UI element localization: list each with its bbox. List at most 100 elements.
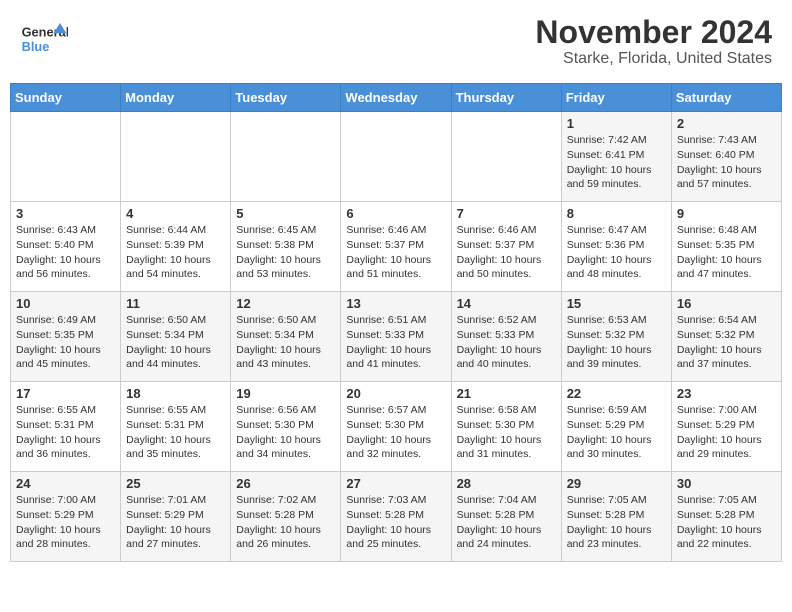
day-info-line: Daylight: 10 hours and 31 minutes. [457,433,556,462]
day-info-line: Sunset: 5:37 PM [457,238,556,253]
day-info-line: Daylight: 10 hours and 43 minutes. [236,343,335,372]
day-number: 10 [16,296,115,311]
page-header: General Blue November 2024 Starke, Flori… [10,10,782,73]
day-info-line: Sunrise: 6:51 AM [346,313,445,328]
day-info-line: Sunrise: 6:52 AM [457,313,556,328]
day-number: 13 [346,296,445,311]
header-row: Sunday Monday Tuesday Wednesday Thursday… [11,84,782,112]
day-info-line: Sunset: 5:38 PM [236,238,335,253]
day-info-line: Daylight: 10 hours and 22 minutes. [677,523,776,552]
calendar-cell-w1-d3: 6Sunrise: 6:46 AMSunset: 5:37 PMDaylight… [341,202,451,292]
day-number: 5 [236,206,335,221]
day-info-line: Sunrise: 7:02 AM [236,493,335,508]
day-info-line: Sunrise: 6:47 AM [567,223,666,238]
day-number: 23 [677,386,776,401]
day-number: 30 [677,476,776,491]
day-info-line: Sunrise: 6:55 AM [16,403,115,418]
day-info-line: Sunset: 6:41 PM [567,148,666,163]
calendar-cell-w4-d2: 26Sunrise: 7:02 AMSunset: 5:28 PMDayligh… [231,472,341,562]
day-info-line: Sunset: 5:28 PM [346,508,445,523]
day-info-line: Sunrise: 6:56 AM [236,403,335,418]
calendar-cell-w2-d4: 14Sunrise: 6:52 AMSunset: 5:33 PMDayligh… [451,292,561,382]
day-number: 29 [567,476,666,491]
day-info-line: Daylight: 10 hours and 56 minutes. [16,253,115,282]
day-info-line: Daylight: 10 hours and 54 minutes. [126,253,225,282]
logo-svg: General Blue [20,15,68,63]
day-info-line: Sunrise: 6:45 AM [236,223,335,238]
day-info-line: Sunset: 5:34 PM [126,328,225,343]
calendar-cell-w2-d5: 15Sunrise: 6:53 AMSunset: 5:32 PMDayligh… [561,292,671,382]
day-info-line: Sunset: 6:40 PM [677,148,776,163]
calendar-cell-w2-d0: 10Sunrise: 6:49 AMSunset: 5:35 PMDayligh… [11,292,121,382]
day-info-line: Daylight: 10 hours and 44 minutes. [126,343,225,372]
day-info-line: Sunrise: 7:03 AM [346,493,445,508]
day-number: 3 [16,206,115,221]
title-area: November 2024 Starke, Florida, United St… [535,15,772,68]
day-info-line: Sunrise: 7:01 AM [126,493,225,508]
day-info-line: Daylight: 10 hours and 53 minutes. [236,253,335,282]
day-info-line: Sunrise: 7:00 AM [677,403,776,418]
day-info-line: Sunrise: 6:46 AM [457,223,556,238]
day-info-line: Sunrise: 7:42 AM [567,133,666,148]
calendar-week-4: 24Sunrise: 7:00 AMSunset: 5:29 PMDayligh… [11,472,782,562]
day-info-line: Daylight: 10 hours and 41 minutes. [346,343,445,372]
day-info-line: Sunset: 5:33 PM [457,328,556,343]
calendar-cell-w2-d1: 11Sunrise: 6:50 AMSunset: 5:34 PMDayligh… [121,292,231,382]
calendar-cell-w4-d3: 27Sunrise: 7:03 AMSunset: 5:28 PMDayligh… [341,472,451,562]
day-info-line: Sunset: 5:32 PM [677,328,776,343]
day-info-line: Sunrise: 6:50 AM [126,313,225,328]
calendar-cell-w3-d3: 20Sunrise: 6:57 AMSunset: 5:30 PMDayligh… [341,382,451,472]
calendar-cell-w0-d4 [451,112,561,202]
day-info-line: Daylight: 10 hours and 59 minutes. [567,163,666,192]
day-info-line: Sunrise: 6:53 AM [567,313,666,328]
calendar-cell-w2-d3: 13Sunrise: 6:51 AMSunset: 5:33 PMDayligh… [341,292,451,382]
day-info-line: Daylight: 10 hours and 23 minutes. [567,523,666,552]
day-info-line: Daylight: 10 hours and 35 minutes. [126,433,225,462]
calendar-body: 1Sunrise: 7:42 AMSunset: 6:41 PMDaylight… [11,112,782,562]
day-info-line: Sunset: 5:28 PM [457,508,556,523]
day-info-line: Daylight: 10 hours and 26 minutes. [236,523,335,552]
day-info-line: Sunrise: 7:00 AM [16,493,115,508]
day-info-line: Daylight: 10 hours and 24 minutes. [457,523,556,552]
day-info-line: Sunset: 5:28 PM [677,508,776,523]
day-number: 20 [346,386,445,401]
col-thursday: Thursday [451,84,561,112]
calendar-cell-w1-d6: 9Sunrise: 6:48 AMSunset: 5:35 PMDaylight… [671,202,781,292]
col-friday: Friday [561,84,671,112]
day-info-line: Sunset: 5:28 PM [567,508,666,523]
calendar-week-2: 10Sunrise: 6:49 AMSunset: 5:35 PMDayligh… [11,292,782,382]
day-info-line: Daylight: 10 hours and 51 minutes. [346,253,445,282]
day-info-line: Daylight: 10 hours and 47 minutes. [677,253,776,282]
day-number: 24 [16,476,115,491]
day-info-line: Daylight: 10 hours and 45 minutes. [16,343,115,372]
day-info-line: Daylight: 10 hours and 28 minutes. [16,523,115,552]
calendar-cell-w1-d0: 3Sunrise: 6:43 AMSunset: 5:40 PMDaylight… [11,202,121,292]
page-subtitle: Starke, Florida, United States [535,50,772,68]
day-number: 27 [346,476,445,491]
calendar-cell-w0-d1 [121,112,231,202]
day-info-line: Sunset: 5:35 PM [16,328,115,343]
day-info-line: Sunset: 5:32 PM [567,328,666,343]
day-info-line: Sunrise: 7:04 AM [457,493,556,508]
day-info-line: Daylight: 10 hours and 50 minutes. [457,253,556,282]
day-number: 15 [567,296,666,311]
day-info-line: Sunrise: 6:57 AM [346,403,445,418]
day-info-line: Daylight: 10 hours and 34 minutes. [236,433,335,462]
day-number: 19 [236,386,335,401]
day-info-line: Sunset: 5:35 PM [677,238,776,253]
day-info-line: Sunrise: 6:55 AM [126,403,225,418]
day-info-line: Sunrise: 6:46 AM [346,223,445,238]
svg-text:Blue: Blue [22,39,50,54]
day-info-line: Sunset: 5:31 PM [126,418,225,433]
calendar-cell-w1-d1: 4Sunrise: 6:44 AMSunset: 5:39 PMDaylight… [121,202,231,292]
calendar-cell-w4-d0: 24Sunrise: 7:00 AMSunset: 5:29 PMDayligh… [11,472,121,562]
day-info-line: Sunrise: 6:48 AM [677,223,776,238]
day-number: 14 [457,296,556,311]
calendar-cell-w1-d5: 8Sunrise: 6:47 AMSunset: 5:36 PMDaylight… [561,202,671,292]
day-number: 25 [126,476,225,491]
day-info-line: Sunrise: 7:05 AM [567,493,666,508]
day-number: 4 [126,206,225,221]
day-number: 12 [236,296,335,311]
calendar-cell-w1-d4: 7Sunrise: 6:46 AMSunset: 5:37 PMDaylight… [451,202,561,292]
calendar-cell-w3-d4: 21Sunrise: 6:58 AMSunset: 5:30 PMDayligh… [451,382,561,472]
